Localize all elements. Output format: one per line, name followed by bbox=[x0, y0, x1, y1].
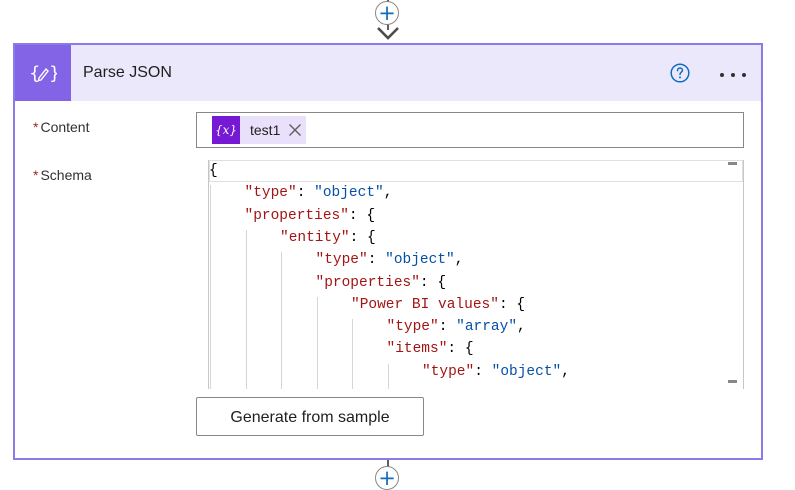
json-punct: : bbox=[474, 363, 492, 380]
json-key: "type" bbox=[386, 319, 439, 336]
indent-guide bbox=[281, 252, 282, 389]
code-line: "properties": { bbox=[316, 272, 447, 294]
json-punct: : { bbox=[419, 274, 447, 291]
json-punct: : { bbox=[348, 207, 376, 224]
code-line: "type": "array", bbox=[387, 316, 526, 338]
code-line: "type": "object", bbox=[316, 249, 464, 271]
json-punct: : bbox=[367, 252, 386, 269]
json-punct: , bbox=[383, 185, 393, 202]
required-asterisk: * bbox=[33, 167, 39, 183]
current-line-highlight bbox=[209, 160, 743, 182]
generate-from-sample-button[interactable]: Generate from sample bbox=[196, 397, 424, 436]
parse-json-action-card: { } Parse JSON *Content {x} test1 bbox=[13, 43, 763, 460]
json-punct: : { bbox=[349, 229, 376, 246]
schema-label-text: Schema bbox=[40, 167, 92, 183]
json-key: "type" bbox=[244, 185, 297, 202]
svg-text:}: } bbox=[49, 63, 57, 84]
code-line: "properties": { bbox=[245, 205, 376, 227]
indent-guide bbox=[352, 319, 353, 389]
arrow-down-icon bbox=[377, 27, 399, 40]
indent-guide bbox=[316, 296, 318, 389]
json-punct: : { bbox=[447, 341, 474, 358]
scrollbar-bottom-marker[interactable] bbox=[728, 380, 737, 383]
json-string: "object" bbox=[314, 185, 384, 202]
json-punct: : bbox=[296, 185, 315, 202]
code-line: "Power BI values": { bbox=[351, 294, 525, 316]
json-key: "type" bbox=[315, 252, 368, 269]
json-key: "items" bbox=[386, 341, 448, 358]
schema-code-editor[interactable]: {"type": "object", "properties": {"entity… bbox=[208, 160, 744, 389]
indent-guide bbox=[245, 229, 247, 389]
json-key: "type" bbox=[422, 363, 475, 380]
json-punct: , bbox=[454, 252, 464, 269]
json-key: "properties" bbox=[315, 274, 420, 291]
variable-icon: {x} bbox=[212, 116, 240, 144]
json-punct: , bbox=[517, 319, 526, 336]
card-header[interactable]: { } Parse JSON bbox=[15, 45, 761, 101]
content-input[interactable]: {x} test1 bbox=[196, 112, 744, 148]
json-punct: : bbox=[438, 319, 457, 336]
content-label-text: Content bbox=[40, 119, 90, 135]
add-step-button-bottom[interactable]: + bbox=[375, 466, 399, 490]
more-dots-icon[interactable] bbox=[719, 72, 747, 78]
add-step-button-top[interactable]: + bbox=[375, 1, 399, 25]
code-line: "type": "object", bbox=[245, 182, 393, 204]
json-punct: { bbox=[209, 163, 218, 179]
token-label: test1 bbox=[250, 122, 281, 138]
indent-guide bbox=[387, 363, 389, 389]
json-punct: : { bbox=[498, 296, 526, 313]
required-asterisk: * bbox=[33, 119, 39, 135]
code-line: "entity": { bbox=[280, 227, 376, 249]
json-key: "Power BI values" bbox=[351, 296, 499, 313]
close-icon[interactable] bbox=[288, 123, 302, 137]
code-line: "items": { bbox=[387, 338, 474, 360]
content-label: * Content bbox=[33, 119, 90, 135]
code-line: "type": "object", bbox=[422, 361, 570, 383]
indent-guide bbox=[210, 185, 211, 389]
json-string: "object" bbox=[491, 363, 562, 380]
json-string: "array" bbox=[456, 319, 518, 336]
schema-label: * Schema bbox=[33, 167, 92, 183]
question-circle-icon[interactable] bbox=[670, 63, 690, 83]
json-key: "properties" bbox=[244, 207, 349, 224]
scrollbar-top-marker[interactable] bbox=[728, 162, 737, 165]
json-punct: , bbox=[561, 363, 570, 380]
json-key: "entity" bbox=[280, 229, 350, 246]
card-title: Parse JSON bbox=[83, 64, 172, 81]
json-string: "object" bbox=[385, 252, 455, 269]
braces-pencil-icon: { } bbox=[15, 45, 71, 101]
code-line: { bbox=[209, 160, 218, 182]
dynamic-content-token[interactable]: {x} test1 bbox=[212, 116, 307, 144]
